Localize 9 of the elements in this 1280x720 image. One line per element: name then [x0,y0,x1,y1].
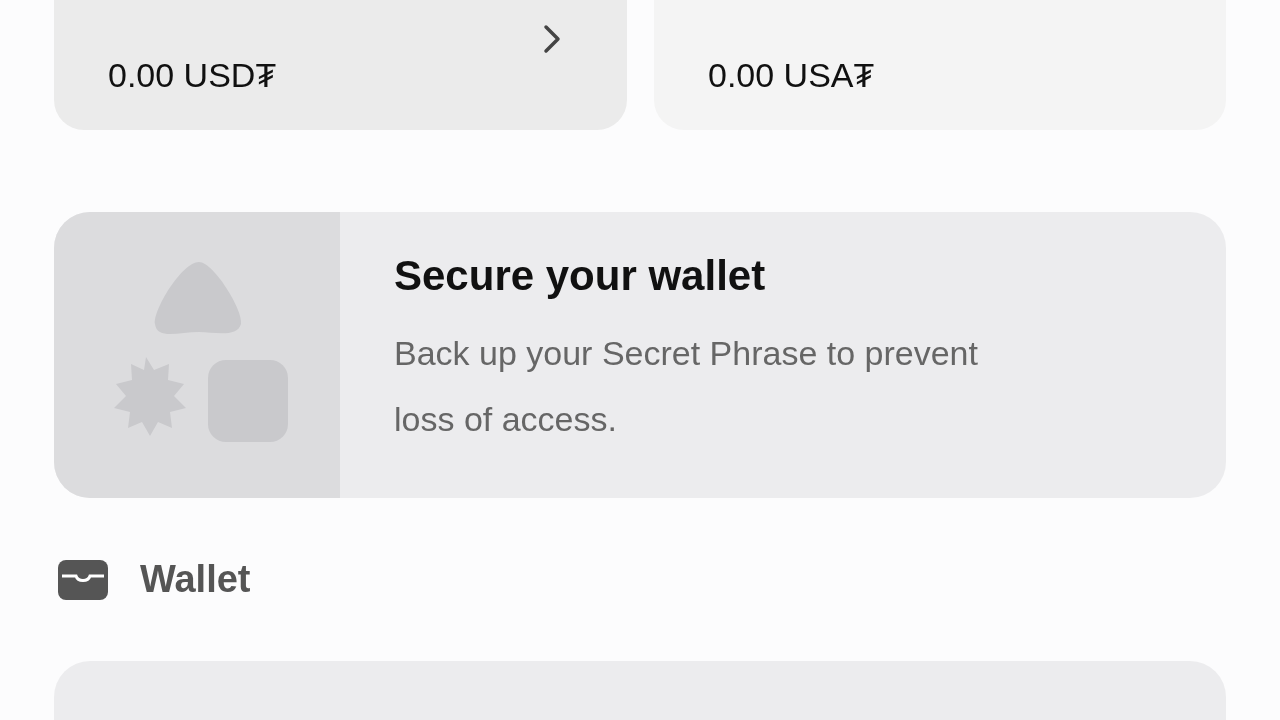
card-description: Back up your Secret Phrase to prevent loss of access. [394,333,979,440]
balance-card[interactable]: 0.00 USA₮ [654,0,1226,130]
wallet-icon [58,559,108,600]
balance-card[interactable]: 0.00 USD₮ [54,0,627,130]
section-title: Wallet [140,558,251,601]
balance-amount: 0.00 USA₮ [708,56,875,94]
card-title: Secure your wallet [394,252,767,300]
balance-amount: 0.00 USD₮ [108,56,277,94]
backup-card[interactable]: Secure your wallet Back up your Secret Phrase to prevent loss of access. [54,212,1226,498]
